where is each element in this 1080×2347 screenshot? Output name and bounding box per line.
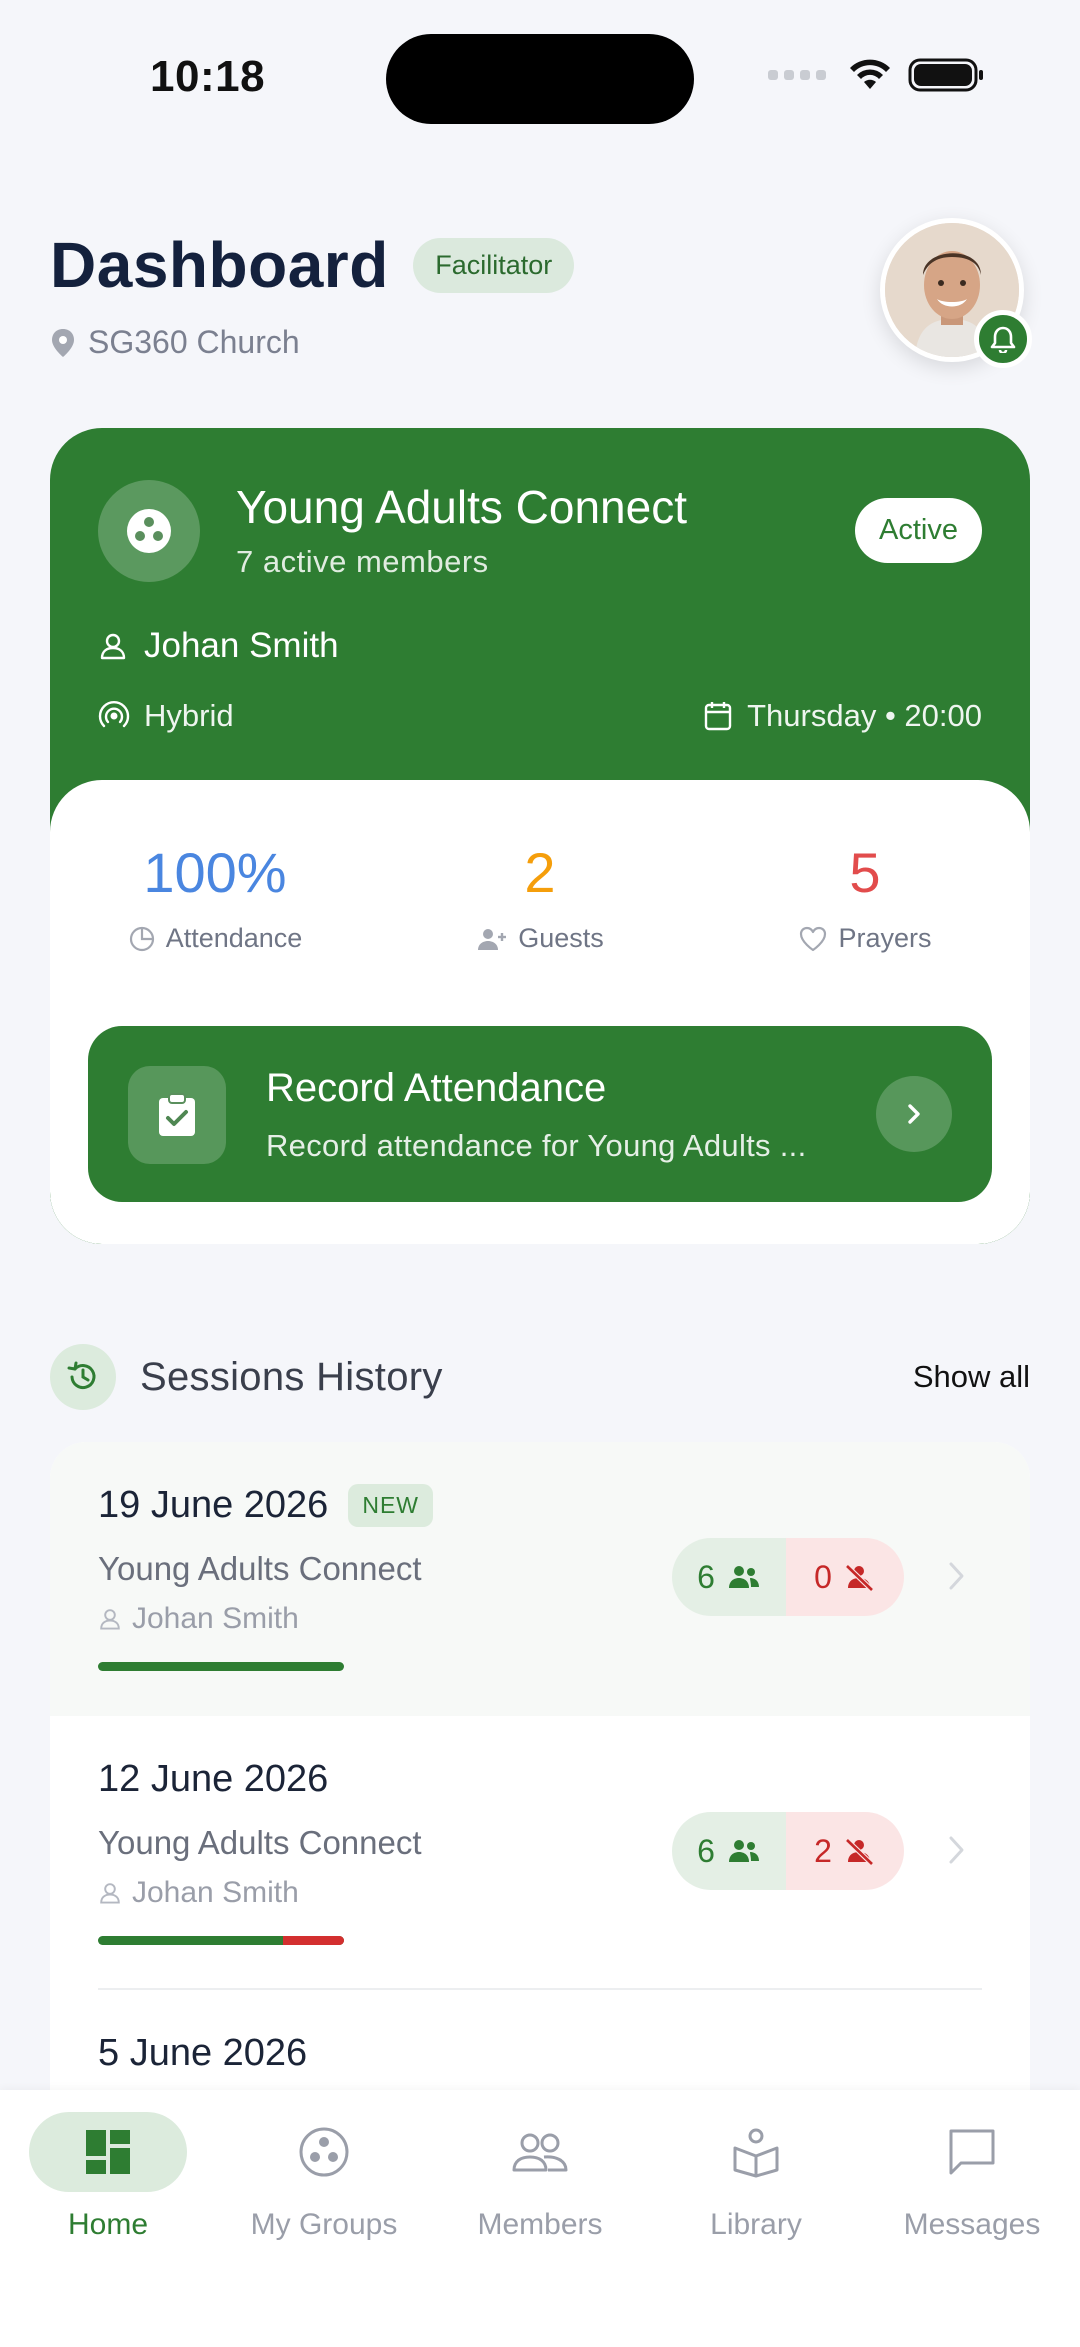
status-icons xyxy=(768,58,984,92)
absent-portion xyxy=(282,1936,344,1945)
attendance-counts: 6 2 xyxy=(672,1812,904,1890)
prayers-value: 5 xyxy=(849,841,881,904)
heart-icon xyxy=(800,926,827,951)
messages-icon xyxy=(893,2112,1051,2192)
tab-label: My Groups xyxy=(250,2208,398,2241)
guests-label: Guests xyxy=(518,923,604,953)
tab-home[interactable]: Home xyxy=(0,2112,216,2242)
person-icon xyxy=(100,633,126,660)
tab-label: Library xyxy=(710,2208,802,2241)
sessions-history-header: Sessions History Show all xyxy=(50,1344,1030,1410)
prayers-label: Prayers xyxy=(838,923,932,953)
tab-members[interactable]: Members xyxy=(432,2112,648,2242)
session-group: Young Adults Connect xyxy=(98,1550,422,1587)
group-member-count: 7 active members xyxy=(236,544,489,579)
absent-count: 0 xyxy=(786,1538,904,1616)
session-leader-name: Johan Smith xyxy=(132,1876,299,1909)
library-icon xyxy=(677,2112,835,2192)
calendar-icon xyxy=(704,702,732,731)
chevron-right-icon xyxy=(949,1562,964,1590)
present-count: 6 xyxy=(672,1812,786,1890)
session-row[interactable]: 5 June 2026 xyxy=(50,1990,1030,2092)
group-name: Young Adults Connect xyxy=(236,481,687,533)
attendance-progress-bar xyxy=(98,1936,344,1945)
clipboard-check-icon xyxy=(128,1066,226,1164)
wifi-icon xyxy=(850,59,890,89)
record-attendance-subtitle: Record attendance for Young Adults ... xyxy=(266,1128,807,1163)
person-off-icon xyxy=(845,1838,874,1865)
guests-stat: 2 Guests xyxy=(390,840,690,954)
profile-avatar-button[interactable] xyxy=(880,218,1032,368)
session-leader-name: Johan Smith xyxy=(132,1602,299,1635)
group-card[interactable]: Young Adults Connect 7 active members Ac… xyxy=(50,428,1030,1244)
attendance-label: Attendance xyxy=(165,923,303,953)
record-attendance-button[interactable]: Record Attendance Record attendance for … xyxy=(88,1026,992,1202)
attendance-value: 100% xyxy=(143,841,287,904)
notification-bell-icon[interactable] xyxy=(974,310,1032,368)
group-leader: Johan Smith xyxy=(98,626,339,666)
people-icon xyxy=(728,1840,759,1862)
record-attendance-title: Record Attendance xyxy=(266,1066,607,1110)
group-stats-panel: 100% Attendance 2 Guests 5 Prayers Recor… xyxy=(50,780,1030,1244)
show-all-link[interactable]: Show all xyxy=(913,1359,1030,1395)
add-person-icon xyxy=(478,928,507,950)
dashboard-icon xyxy=(29,2112,187,2192)
members-icon xyxy=(461,2112,619,2192)
chevron-right-icon xyxy=(876,1076,952,1152)
history-icon xyxy=(50,1344,116,1410)
role-badge: Facilitator xyxy=(413,237,575,293)
sessions-list: 19 June 2026 NEW Young Adults Connect Jo… xyxy=(50,1442,1030,2092)
group-leader-name: Johan Smith xyxy=(144,626,339,665)
session-leader: Johan Smith xyxy=(98,1876,299,1910)
status-bar: 10:18 xyxy=(0,0,1080,160)
present-count: 6 xyxy=(672,1538,786,1616)
group-icon xyxy=(98,480,200,582)
session-leader: Johan Smith xyxy=(98,1602,299,1636)
tab-label: Members xyxy=(477,2208,603,2241)
page-title: Dashboard xyxy=(50,229,389,301)
new-badge: NEW xyxy=(348,1484,433,1527)
meeting-mode: Hybrid xyxy=(98,698,234,734)
broadcast-icon xyxy=(98,701,130,728)
meeting-schedule: Thursday • 20:00 xyxy=(703,698,982,734)
tab-messages[interactable]: Messages xyxy=(864,2112,1080,2242)
tab-library[interactable]: Library xyxy=(648,2112,864,2242)
person-icon xyxy=(100,1609,120,1630)
person-off-icon xyxy=(845,1564,874,1591)
session-row[interactable]: 19 June 2026 NEW Young Adults Connect Jo… xyxy=(50,1442,1030,1716)
bottom-tab-bar: Home My Groups Members Library Messages xyxy=(0,2090,1080,2347)
sessions-history-title: Sessions History xyxy=(140,1354,443,1399)
people-icon xyxy=(728,1566,759,1588)
status-time: 10:18 xyxy=(150,52,266,101)
prayers-stat: 5 Prayers xyxy=(715,840,1015,954)
attendance-progress-bar xyxy=(98,1662,344,1671)
tab-label: Home xyxy=(67,2208,149,2241)
session-date: 5 June 2026 xyxy=(98,2032,308,2074)
battery-icon xyxy=(908,58,983,92)
tab-label: Messages xyxy=(903,2208,1041,2241)
person-icon xyxy=(100,1883,120,1904)
session-row[interactable]: 12 June 2026 Young Adults Connect Johan … xyxy=(50,1716,1030,1990)
tab-my-groups[interactable]: My Groups xyxy=(216,2112,432,2242)
guests-value: 2 xyxy=(524,841,556,904)
dynamic-island xyxy=(386,34,694,124)
session-date: 12 June 2026 xyxy=(98,1758,329,1800)
chevron-right-icon xyxy=(949,1836,964,1864)
group-status-badge: Active xyxy=(855,498,982,563)
session-group: Young Adults Connect xyxy=(98,1824,422,1861)
group-card-header: Young Adults Connect 7 active members Ac… xyxy=(50,428,1030,784)
meeting-schedule-label: Thursday • 20:00 xyxy=(747,698,982,733)
groups-icon xyxy=(245,2112,403,2192)
attendance-stat: 100% Attendance xyxy=(65,840,365,954)
session-date: 19 June 2026 xyxy=(98,1484,329,1526)
meeting-mode-label: Hybrid xyxy=(144,698,234,733)
location-label: SG360 Church xyxy=(88,324,300,360)
absent-count: 2 xyxy=(786,1812,904,1890)
pie-chart-icon xyxy=(129,926,154,951)
attendance-counts: 6 0 xyxy=(672,1538,904,1616)
cellular-signal-icon xyxy=(768,70,826,80)
dashboard-header: Dashboard Facilitator SG360 Church xyxy=(50,218,1032,398)
location-pin-icon xyxy=(52,328,74,357)
